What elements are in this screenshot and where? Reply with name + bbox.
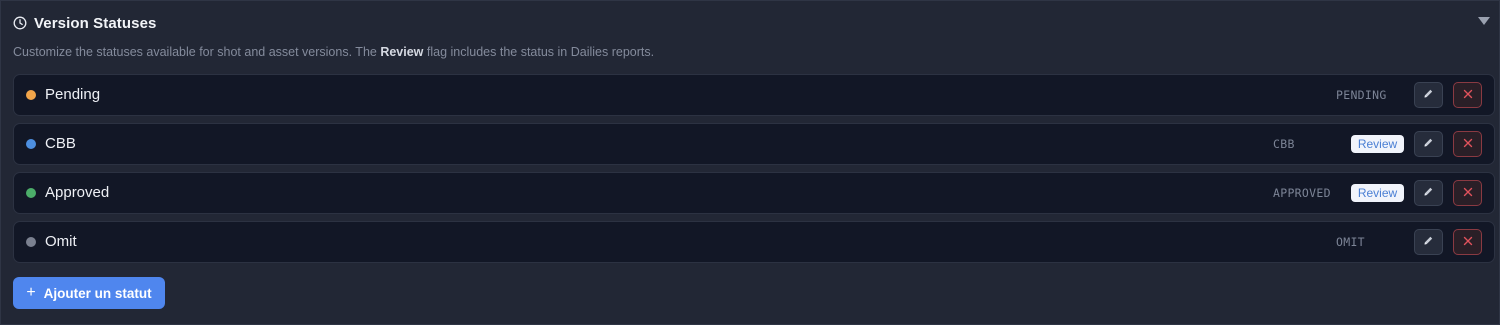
- close-icon: [1463, 86, 1473, 104]
- status-color-dot: [26, 188, 36, 198]
- status-name: Approved: [45, 184, 110, 201]
- status-code: OMIT: [1336, 235, 1365, 249]
- review-flag-label: Review: [380, 45, 424, 59]
- status-row-pending: Pending PENDING: [13, 74, 1495, 116]
- status-row-cbb: CBB CBB Review: [13, 123, 1495, 165]
- edit-status-button[interactable]: [1414, 229, 1443, 255]
- description-text: Customize the statuses available for sho…: [13, 45, 381, 59]
- pencil-icon: [1423, 135, 1434, 153]
- status-color-dot: [26, 237, 36, 247]
- section-title: Version Statuses: [34, 14, 157, 32]
- close-icon: [1463, 233, 1473, 251]
- triangle-down-icon: [1478, 12, 1490, 30]
- delete-status-button[interactable]: [1453, 229, 1482, 255]
- status-name: CBB: [45, 135, 76, 152]
- close-icon: [1463, 184, 1473, 202]
- pencil-icon: [1423, 184, 1434, 202]
- status-code: PENDING: [1336, 88, 1387, 102]
- pencil-icon: [1423, 86, 1434, 104]
- edit-status-button[interactable]: [1414, 180, 1443, 206]
- section-description: Customize the statuses available for sho…: [13, 45, 654, 59]
- status-row-approved: Approved APPROVED Review: [13, 172, 1495, 214]
- delete-status-button[interactable]: [1453, 131, 1482, 157]
- review-badge: Review: [1351, 184, 1404, 202]
- pencil-icon: [1423, 233, 1434, 251]
- status-name: Pending: [45, 86, 101, 103]
- review-badge: Review: [1351, 135, 1404, 153]
- version-statuses-panel: Version Statuses Customize the statuses …: [0, 0, 1500, 325]
- delete-status-button[interactable]: [1453, 82, 1482, 108]
- clock-icon: [13, 16, 27, 30]
- edit-status-button[interactable]: [1414, 131, 1443, 157]
- collapse-toggle[interactable]: [1477, 15, 1491, 27]
- section-header: Version Statuses: [13, 13, 157, 33]
- description-text-end: flag includes the status in Dailies repo…: [423, 45, 655, 59]
- status-row-omit: Omit OMIT: [13, 221, 1495, 263]
- close-icon: [1463, 135, 1473, 153]
- add-status-button[interactable]: + Ajouter un statut: [13, 277, 165, 309]
- status-code: APPROVED: [1273, 186, 1331, 200]
- status-color-dot: [26, 139, 36, 149]
- status-name: Omit: [45, 233, 77, 250]
- status-color-dot: [26, 90, 36, 100]
- plus-icon: +: [26, 284, 36, 301]
- delete-status-button[interactable]: [1453, 180, 1482, 206]
- edit-status-button[interactable]: [1414, 82, 1443, 108]
- add-status-label: Ajouter un statut: [43, 285, 152, 301]
- status-code: CBB: [1273, 137, 1295, 151]
